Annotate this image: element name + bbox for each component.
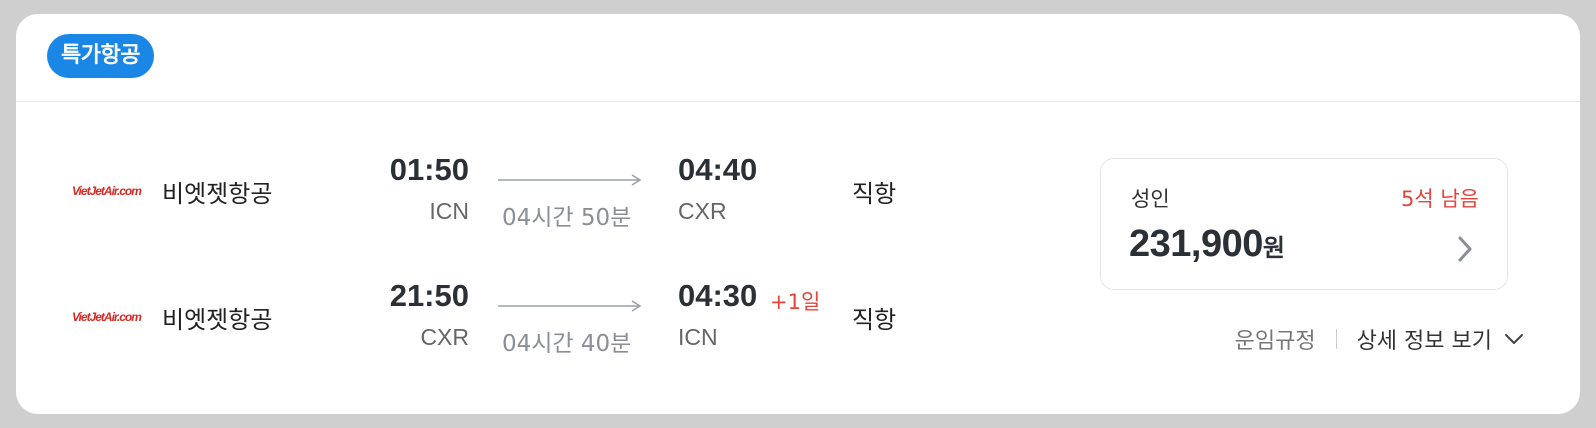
vietjet-logo: VietJetAir.com	[72, 310, 142, 324]
price-currency: 원	[1262, 234, 1285, 262]
flight-segment-return: VietJetAir.com 비엣젯항공 21:50 CXR 04시간 40분 …	[16, 270, 1016, 390]
arrival-airport: ICN	[678, 324, 718, 350]
departure-time: 01:50	[389, 152, 469, 187]
fare-rules-link[interactable]: 운임규정	[1235, 323, 1316, 355]
airline-name: 비엣젯항공	[162, 306, 273, 334]
departure-airport: CXR	[420, 324, 469, 350]
card-footer-links: 운임규정 상세 정보 보기	[1235, 322, 1524, 356]
price-box[interactable]: 성인 5석 남음 231,900원	[1100, 158, 1508, 290]
arrival-time: 04:40	[678, 152, 758, 187]
stops-label: 직항	[852, 306, 897, 334]
vietjet-logo: VietJetAir.com	[72, 184, 142, 198]
flight-result-card[interactable]: 특가항공 VietJetAir.com 비엣젯항공 01:50 ICN 04시간…	[16, 14, 1580, 414]
special-fare-badge: 특가항공	[47, 34, 154, 78]
flight-segment-outbound: VietJetAir.com 비엣젯항공 01:50 ICN 04시간 50분 …	[16, 144, 1016, 264]
chevron-right-icon[interactable]	[1457, 235, 1473, 263]
price-amount: 231,900	[1129, 223, 1263, 265]
flight-duration: 04시간 50분	[502, 205, 632, 231]
chevron-down-icon	[1505, 334, 1523, 344]
view-details-label: 상세 정보 보기	[1356, 329, 1492, 354]
arrow-right-icon	[498, 174, 642, 186]
view-details-button[interactable]: 상세 정보 보기	[1357, 323, 1524, 355]
arrow-right-icon	[498, 300, 642, 312]
airline-name: 비엣젯항공	[162, 180, 273, 208]
fare-price: 231,900원	[1129, 223, 1285, 266]
seats-remaining: 5석 남음	[1401, 187, 1479, 211]
departure-time: 21:50	[389, 278, 469, 313]
arrival-time: 04:30	[678, 278, 758, 313]
departure-airport: ICN	[429, 198, 469, 224]
next-day-indicator: +1일	[770, 290, 821, 314]
divider	[1335, 329, 1337, 349]
arrival-airport: CXR	[678, 198, 727, 224]
flight-duration: 04시간 40분	[502, 331, 632, 357]
card-header: 특가항공	[16, 14, 1580, 102]
stops-label: 직항	[852, 180, 897, 208]
passenger-type: 성인	[1131, 187, 1170, 211]
